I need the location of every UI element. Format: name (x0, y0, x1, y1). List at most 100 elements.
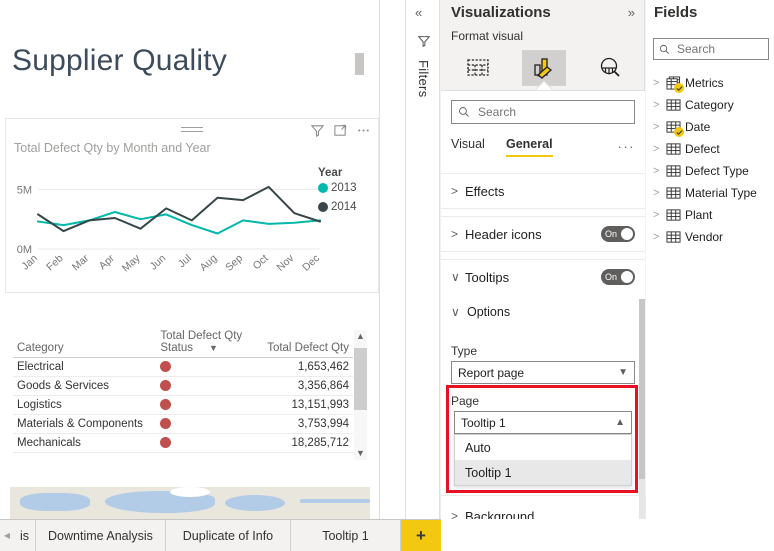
format-search-input[interactable] (451, 100, 635, 124)
legend-item[interactable]: 2013 (318, 182, 374, 194)
xtick-label: Dec (300, 252, 322, 273)
table-scrollbar-thumb[interactable] (354, 348, 367, 410)
field-item-metrics[interactable]: > Metrics (653, 72, 771, 94)
page-tab-tooltip-1[interactable]: Tooltip 1 (290, 520, 401, 551)
tooltip-type-dropdown[interactable]: Report page ▼ (451, 361, 635, 384)
format-tabs-more-icon[interactable]: ··· (618, 139, 636, 154)
table-row[interactable]: Goods & Services 3,356,864 (13, 376, 353, 396)
add-page-button[interactable]: + (401, 520, 441, 551)
collapse-filters-icon[interactable]: « (415, 5, 422, 20)
fields-title: Fields (654, 4, 698, 21)
checkmark-badge-icon (674, 127, 684, 137)
build-visual-icon[interactable] (456, 50, 500, 86)
cell-qty: 1,653,462 (250, 357, 353, 377)
filters-pane-collapsed[interactable]: « Filters (405, 0, 440, 519)
chevron-right-icon[interactable]: > (653, 143, 662, 155)
field-item-category[interactable]: > Category (653, 94, 771, 116)
field-item-date[interactable]: > Date (653, 116, 771, 138)
scroll-tabs-left-icon[interactable]: ◀ (0, 520, 14, 551)
tabbar-filler (441, 519, 774, 551)
report-page: Supplier Quality Total Defect Qty by Mon… (0, 0, 380, 519)
table-icon (666, 98, 681, 112)
page-tab-downtime-analysis[interactable]: Downtime Analysis (36, 520, 166, 551)
field-item-vendor[interactable]: > Vendor (653, 226, 771, 248)
xtick-label: May (120, 252, 143, 275)
dropdown-option-tooltip-1[interactable]: Tooltip 1 (455, 460, 631, 485)
field-label: Defect Type (685, 164, 749, 178)
column-header-status[interactable]: Total Defect Qty Status ▼ (156, 330, 251, 358)
field-item-defect-type[interactable]: > Defect Type (653, 160, 771, 182)
column-header-qty[interactable]: Total Defect Qty (250, 330, 353, 358)
field-item-material-type[interactable]: > Material Type (653, 182, 771, 204)
visualizations-pane: Visualizations » Format visual Search Vi… (441, 0, 645, 551)
expand-pane-icon[interactable]: » (628, 5, 635, 20)
table-scrollbar[interactable]: ▲ ▼ (354, 330, 367, 460)
table-icon (666, 208, 681, 222)
chevron-right-icon[interactable]: > (653, 99, 662, 111)
card-header-icons-label: Header icons (465, 226, 542, 242)
column-header-status-label: Total Defect Qty Status (160, 330, 243, 354)
more-options-icon[interactable] (356, 123, 371, 138)
card-effects-row[interactable]: > Effects (441, 174, 645, 208)
table-header-row: Category Total Defect Qty Status ▼ Total … (13, 330, 353, 358)
tab-general[interactable]: General (506, 137, 553, 157)
chevron-right-icon[interactable]: > (653, 165, 662, 177)
card-effects[interactable]: > Effects (441, 173, 645, 209)
chevron-right-icon[interactable]: > (653, 121, 662, 133)
card-tooltips-label: Tooltips (465, 269, 510, 285)
table-row[interactable]: Electrical 1,653,462 (13, 357, 353, 377)
chevron-right-icon[interactable]: > (653, 77, 662, 89)
fields-search-input[interactable] (653, 38, 769, 60)
table-row[interactable]: Logistics 13,151,993 (13, 395, 353, 415)
visual-header-icons (310, 123, 371, 138)
scroll-up-icon[interactable]: ▲ (354, 330, 367, 343)
canvas-scrollbar-thumb[interactable] (355, 53, 364, 75)
chevron-right-icon[interactable]: > (653, 231, 662, 243)
focus-mode-icon[interactable] (333, 123, 348, 138)
format-pane-scrollbar[interactable] (639, 299, 645, 551)
format-visual-icon[interactable] (522, 50, 566, 86)
tooltip-page-dropdown-list[interactable]: Auto Tooltip 1 (454, 434, 632, 486)
table-icon (666, 142, 681, 156)
card-header-icons[interactable]: > Header icons On (441, 216, 645, 252)
tooltip-page-dropdown[interactable]: Tooltip 1 ▲ (454, 411, 632, 434)
header-icons-toggle[interactable]: On (601, 226, 635, 242)
visual-header (6, 119, 378, 141)
format-search-field[interactable] (476, 104, 628, 120)
card-tooltips-row[interactable]: ∨ Tooltips On (441, 260, 645, 294)
drag-handle-icon[interactable] (181, 127, 203, 132)
dropdown-option-auto[interactable]: Auto (455, 435, 631, 460)
line-chart-visual[interactable]: Total Defect Qty by Month and Year 5M 0M J… (5, 118, 379, 293)
chart-title: Total Defect Qty by Month and Year (14, 141, 211, 155)
legend-item[interactable]: 2014 (318, 201, 374, 213)
page-tab-clipped[interactable]: is (14, 520, 37, 551)
table-row[interactable]: Materials & Components 3,753,994 (13, 414, 353, 434)
table-visual[interactable]: Category Total Defect Qty Status ▼ Total … (5, 328, 379, 476)
column-header-category[interactable]: Category (13, 330, 157, 358)
xtick-label: Jul (176, 252, 194, 270)
visualizations-title: Visualizations (451, 4, 551, 21)
card-header-icons-row[interactable]: > Header icons On (441, 217, 645, 251)
filter-icon[interactable] (310, 123, 325, 138)
tab-visual[interactable]: Visual (451, 137, 485, 155)
scroll-down-icon[interactable]: ▼ (354, 447, 367, 460)
tooltips-toggle[interactable]: On (601, 269, 635, 285)
sort-descending-icon[interactable]: ▼ (209, 343, 218, 353)
chevron-right-icon[interactable]: > (653, 209, 662, 221)
page-tab-duplicate-of-info[interactable]: Duplicate of Info (165, 520, 291, 551)
cell-category: Goods & Services (13, 376, 157, 396)
cell-status (156, 414, 251, 434)
chevron-down-icon: ▼ (618, 367, 628, 378)
table-icon (666, 164, 681, 178)
field-item-plant[interactable]: > Plant (653, 204, 771, 226)
field-item-defect[interactable]: > Defect (653, 138, 771, 160)
report-canvas[interactable]: Supplier Quality Total Defect Qty by Mon… (0, 0, 405, 519)
format-pane-scrollbar-thumb[interactable] (639, 299, 645, 479)
map-visual[interactable] (10, 487, 370, 519)
tooltip-type-value: Report page (458, 365, 525, 380)
fields-search-field[interactable] (675, 41, 763, 57)
chevron-right-icon[interactable]: > (653, 187, 662, 199)
card-tooltips[interactable]: ∨ Tooltips On (441, 259, 645, 294)
table-row[interactable]: Mechanicals 18,285,712 (13, 433, 353, 453)
analytics-icon[interactable] (588, 50, 632, 86)
